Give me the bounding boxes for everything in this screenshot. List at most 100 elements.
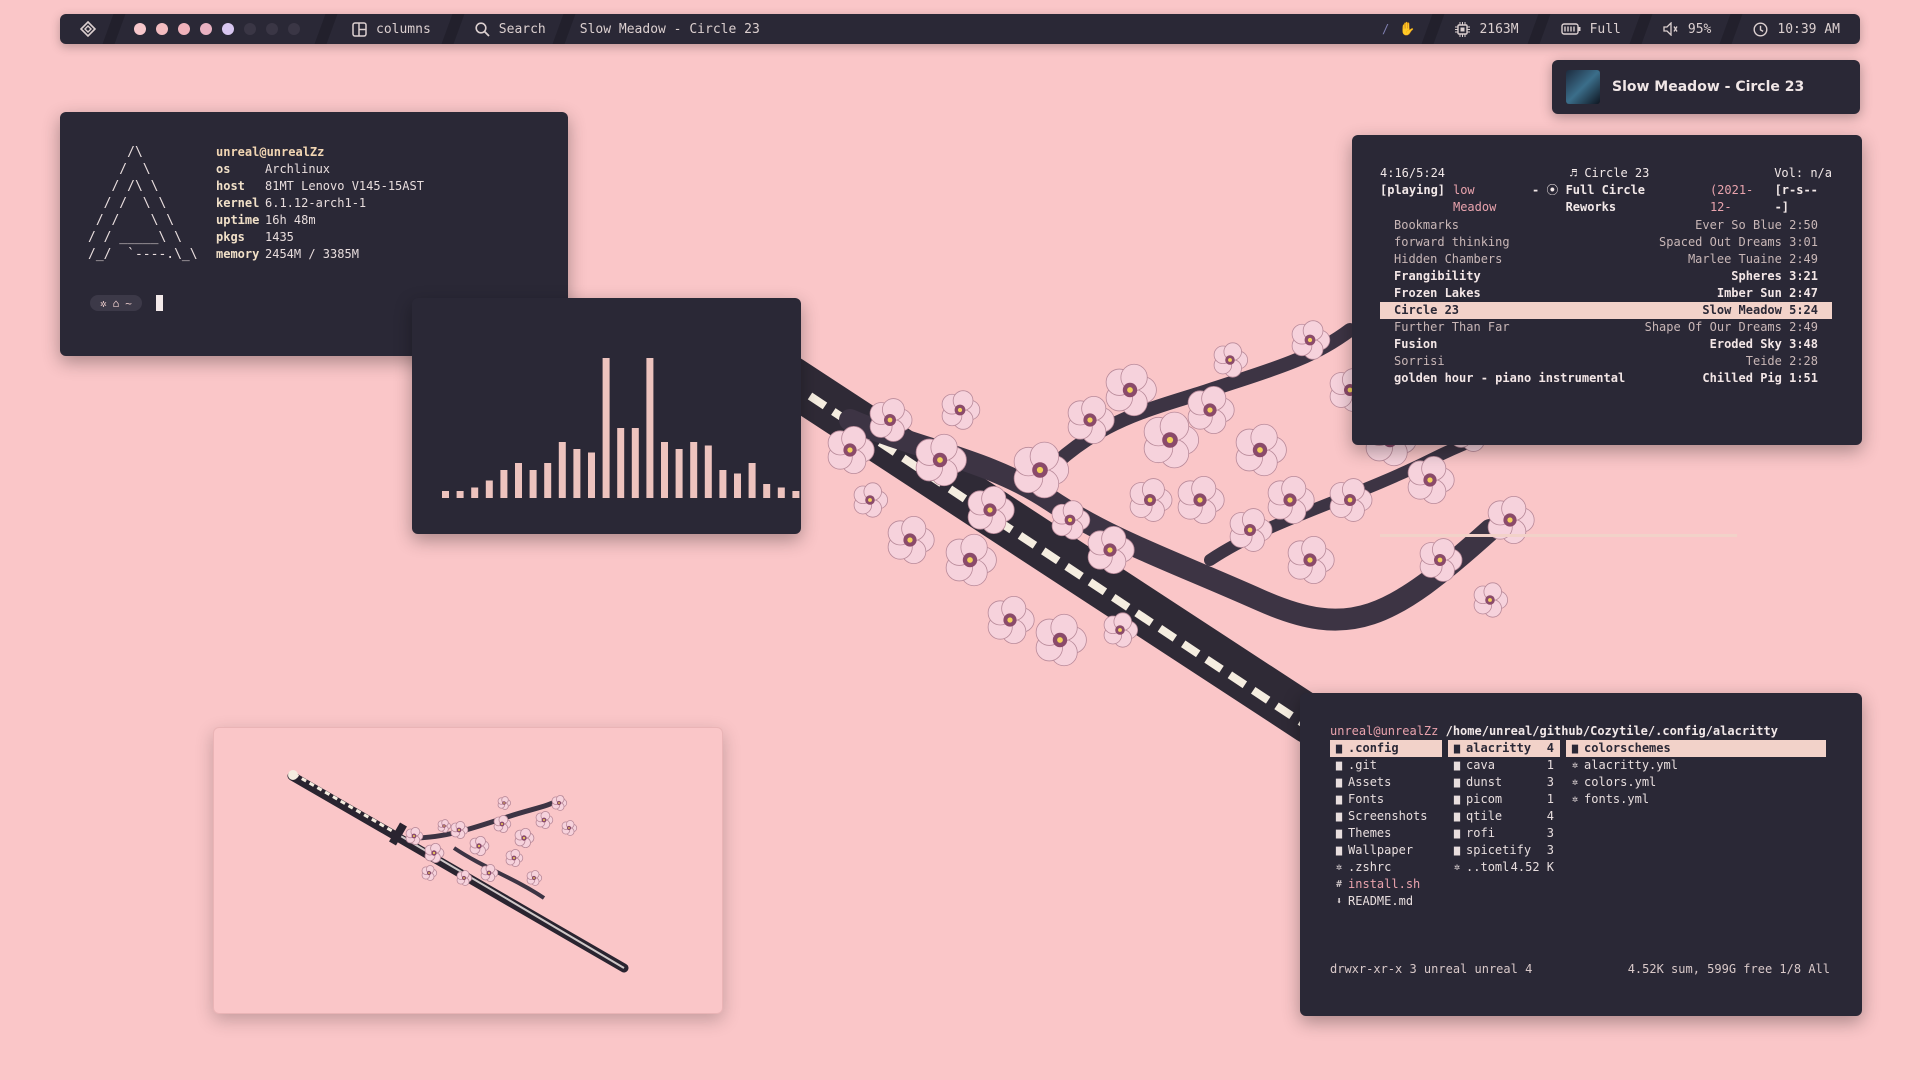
sysinfo-row: kernel 6.1.12-arch1-1 [216,195,424,212]
track-title: Hidden Chambers [1394,252,1503,266]
workspace-dot-1[interactable] [134,23,146,35]
fm-entry[interactable]: ✲ colors.yml [1566,774,1826,791]
blossom [1187,385,1235,435]
fm-permissions: drwxr-xr-x 3 unreal unreal 4 [1330,962,1533,976]
fm-entry[interactable]: ▆ alacritty 4 [1448,740,1560,757]
blossom [887,515,935,565]
music-player[interactable]: 4:16/5:24 ♬ Circle 23 Vol: n/a [playing]… [1352,135,1862,537]
workspace-dot-7[interactable] [266,23,278,35]
playlist-item[interactable]: Bookmarks Ever So Blue 2:50 [1380,217,1832,234]
image-viewer[interactable] [213,727,723,1014]
launcher-icon [80,21,96,37]
search-button[interactable]: Search [453,14,564,44]
playlist-item-current[interactable]: Circle 23 Slow Meadow 5:24 [1380,302,1832,319]
fm-entry-name: Wallpaper [1348,843,1414,857]
search-icon [475,21,490,37]
fm-entry[interactable]: ▆ qtile 4 [1448,808,1560,825]
blossom [405,827,424,845]
fm-entry[interactable]: ▆ spicetify 3 [1448,842,1560,859]
fm-entry-name: alacritty.yml [1584,758,1678,772]
layout-indicator[interactable]: columns [326,14,453,44]
fm-entry[interactable]: ▆ colorschemes [1566,740,1826,757]
progress-bar[interactable] [1380,534,1832,537]
shell-prompt[interactable]: ✲ ⌂ ~ [90,295,163,311]
playlist-item[interactable]: golden hour - piano instrumental Chilled … [1380,370,1832,387]
blossom [945,533,997,587]
workspace-dot-4[interactable] [200,23,212,35]
song-date: (2021-12- [1709,183,1754,214]
playlist-item[interactable]: Further Than Far Shape Of Our Dreams 2:49 [1380,319,1832,336]
blossom [1407,455,1455,505]
sysinfo-key: host [216,179,245,193]
now-playing-notification[interactable]: Slow Meadow - Circle 23 [1552,60,1860,114]
track-artist-duration: Shape Of Our Dreams 2:49 [1644,320,1818,334]
fm-entry[interactable]: ✲ ..toml 4.52 K [1448,859,1560,876]
fm-entry-name: ..toml [1466,860,1510,874]
playlist-item[interactable]: Fusion Eroded Sky 3:48 [1380,336,1832,353]
file-manager[interactable]: unreal@unrealZz /home/unreal/github/Cozy… [1300,693,1862,1016]
fm-entry[interactable]: ▆ .config [1330,740,1442,757]
fm-entry[interactable]: ▆ .git [1330,757,1442,774]
workspace-dot-3[interactable] [178,23,190,35]
fm-entry-name: .config [1348,741,1399,755]
track-artist-duration: Imber Sun 2:47 [1716,286,1818,300]
fm-entry[interactable]: ✲ alacritty.yml [1566,757,1826,774]
playlist-item[interactable]: Hidden Chambers Marlee Tuaine 2:49 [1380,251,1832,268]
folder-icon: ▆ [1336,794,1343,805]
visualizer-bar [485,480,493,498]
launcher-button[interactable] [60,14,114,44]
sysinfo-key: memory [216,247,260,261]
blossom [469,835,490,857]
blossom [421,865,438,881]
visualizer-bar [500,470,508,498]
fm-entry-name: .zshrc [1348,860,1392,874]
fm-entry[interactable]: ✲ .zshrc [1330,859,1442,876]
volume-widget[interactable]: 95% [1641,14,1731,44]
fm-entry[interactable]: ▆ picom 1 [1448,791,1560,808]
memory-widget: 2163M [1433,14,1538,44]
fm-entry-count: 3 [1546,826,1554,840]
fm-entry[interactable]: ▆ cava 1 [1448,757,1560,774]
workspace-dot-8[interactable] [288,23,300,35]
arch-ascii-logo: /\ / \ / /\ \ / / \ \ / / \ \ / / _____\… [88,145,198,262]
clock-icon [1753,21,1768,37]
fm-entry[interactable]: # install.sh [1330,876,1442,893]
fm-entry-name: fonts.yml [1584,792,1650,806]
blossom [450,821,469,839]
playlist-item[interactable]: forward thinking Spaced Out Dreams 3:01 [1380,234,1832,251]
fm-entry[interactable]: ▆ Themes [1330,825,1442,842]
volume-value: 95% [1687,21,1712,37]
fm-entry[interactable]: ▆ rofi 3 [1448,825,1560,842]
audio-visualizer[interactable] [412,298,801,534]
fm-entry[interactable]: ✲ fonts.yml [1566,791,1826,808]
music-note-icon: ♬ [1569,166,1585,180]
fm-entry-name: spicetify [1466,843,1532,857]
fm-entry[interactable]: ▆ Fonts [1330,791,1442,808]
fm-entry[interactable]: ▆ dunst 3 [1448,774,1560,791]
gear-icon: ✲ [1572,777,1579,788]
sysinfo-row: os Archlinux [216,161,424,178]
current-song-title: Circle 23 [1584,166,1650,180]
workspace-dot-2[interactable] [156,23,168,35]
fm-entry[interactable]: ▆ Screenshots [1330,808,1442,825]
visualizer-bar [456,491,464,498]
workspace-dot-6[interactable] [244,23,256,35]
playlist-item[interactable]: Sorrisi Teide 2:28 [1380,353,1832,370]
playlist-item[interactable]: Frangibility Spheres 3:21 [1380,268,1832,285]
playlist-item[interactable]: Frozen Lakes Imber Sun 2:47 [1380,285,1832,302]
fm-entry[interactable]: ▆ Assets [1330,774,1442,791]
fm-parent-column: ▆ .config ▆ .git ▆ Assets ▆ Fonts ▆ Screenshots ▆ T… [1330,740,1442,910]
tray[interactable]: / ✋ [1360,14,1433,44]
visualizer-bar [704,445,712,498]
sword-sakura-image [287,770,629,973]
visualizer-bar [602,358,610,498]
gear-icon: ✲ [1454,862,1461,873]
fm-entry[interactable]: ▆ Wallpaper [1330,842,1442,859]
workspace-dot-5[interactable] [222,23,234,35]
visualizer-bar [763,484,771,498]
fm-entry[interactable]: ⬇ README.md [1330,893,1442,910]
blossom [941,390,981,430]
track-title: forward thinking [1394,235,1510,249]
blossom [551,795,568,811]
clock-widget[interactable]: 10:39 AM [1731,14,1860,44]
